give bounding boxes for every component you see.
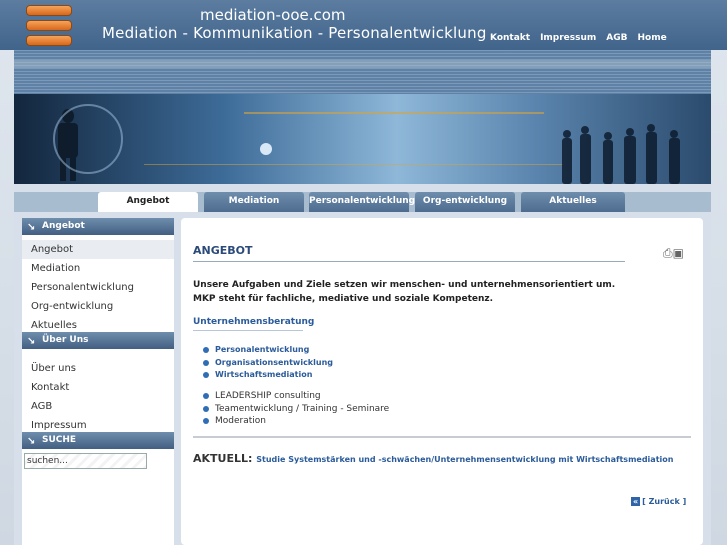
sidebar-heading-label: Über Uns — [42, 335, 89, 345]
sidebar-item-kontakt[interactable]: Kontakt — [22, 378, 174, 397]
content-divider — [193, 436, 691, 438]
intro-text: Unsere Aufgaben und Ziele setzen wir men… — [193, 278, 615, 306]
aktuell-link[interactable]: Studie Systemstärken und -schwächen/Unte… — [256, 455, 673, 464]
service-links: Personalentwicklung Organisationsentwick… — [203, 344, 333, 382]
search-input[interactable]: suchen... — [24, 453, 147, 469]
nav-kontakt[interactable]: Kontakt — [490, 33, 530, 43]
service-list: LEADERSHIP consulting Teamentwicklung / … — [203, 390, 389, 428]
sidebar-item-agb[interactable]: AGB — [22, 397, 174, 416]
sidebar-item-ueber-uns[interactable]: Über uns — [22, 359, 174, 378]
header: mediation-ooe.com Mediation - Kommunikat… — [0, 0, 727, 50]
title-divider — [193, 261, 625, 262]
back-button[interactable]: « [ Zurück ] — [631, 497, 686, 506]
list-item[interactable]: Wirtschaftsmediation — [203, 369, 333, 382]
list-item: Moderation — [203, 415, 389, 428]
sidebar-item-org-entwicklung[interactable]: Org-entwicklung — [22, 297, 174, 316]
nav-impressum[interactable]: Impressum — [540, 33, 596, 43]
tab-org-entwicklung[interactable]: Org-entwicklung — [415, 192, 515, 212]
sidebar-heading-angebot: ↘ Angebot — [22, 218, 174, 235]
aktuell-label: AKTUELL: — [193, 452, 253, 465]
tab-personalentwicklung[interactable]: Personalentwicklung — [309, 192, 415, 212]
header-strip-line — [14, 60, 711, 68]
aktuell-section: AKTUELL: Studie Systemstärken und -schwä… — [193, 452, 673, 465]
tab-angebot[interactable]: Angebot — [98, 192, 198, 212]
sidebar: ↘ Angebot Angebot Mediation Personalentw… — [22, 218, 174, 545]
nav-agb[interactable]: AGB — [606, 33, 627, 43]
main-content: ANGEBOT ⎙▣ Unsere Aufgaben und Ziele set… — [181, 218, 703, 545]
list-item[interactable]: Organisationsentwicklung — [203, 357, 333, 370]
intro-line: MKP steht für fachliche, mediative und s… — [193, 294, 494, 304]
sidebar-heading-label: SUCHE — [42, 435, 77, 445]
list-item: Teamentwicklung / Training - Seminare — [203, 403, 389, 416]
sidebar-item-angebot[interactable]: Angebot — [22, 240, 174, 259]
tab-aktuelles[interactable]: Aktuelles — [521, 192, 625, 212]
nav-home[interactable]: Home — [638, 33, 667, 43]
arrow-down-right-icon: ↘ — [27, 222, 36, 233]
sidebar-heading-ueber-uns: ↘ Über Uns — [22, 332, 174, 349]
section-divider — [193, 330, 303, 331]
list-item: LEADERSHIP consulting — [203, 390, 389, 403]
sidebar-heading-suche: ↘ SUCHE — [22, 432, 174, 449]
pdf-icon[interactable]: ⎙ — [663, 246, 673, 260]
sidebar-item-mediation[interactable]: Mediation — [22, 259, 174, 278]
list-item[interactable]: Personalentwicklung — [203, 344, 333, 357]
main-tabs: Angebot Mediation Personalentwicklung Or… — [14, 192, 711, 212]
double-arrow-left-icon: « — [631, 497, 641, 506]
site-name: mediation-ooe.com — [200, 6, 346, 24]
arrow-down-right-icon: ↘ — [27, 436, 36, 447]
intro-line: Unsere Aufgaben und Ziele setzen wir men… — [193, 280, 616, 290]
page-tools: ⎙▣ — [663, 246, 684, 261]
sidebar-item-personalentwicklung[interactable]: Personalentwicklung — [22, 278, 174, 297]
sidebar-heading-label: Angebot — [42, 221, 85, 231]
top-navigation: Kontakt Impressum AGB Home — [490, 33, 667, 43]
banner-image — [14, 94, 711, 184]
page-title: ANGEBOT — [193, 244, 253, 257]
header-strip — [14, 50, 711, 94]
back-label: [ Zurück ] — [642, 497, 687, 506]
tab-mediation[interactable]: Mediation — [204, 192, 304, 212]
arrow-down-right-icon: ↘ — [27, 336, 36, 347]
logo — [26, 5, 72, 46]
site-slogan: Mediation - Kommunikation - Personalentw… — [102, 24, 487, 42]
section-heading: Unternehmensberatung — [193, 317, 315, 327]
print-icon[interactable]: ▣ — [673, 246, 684, 260]
